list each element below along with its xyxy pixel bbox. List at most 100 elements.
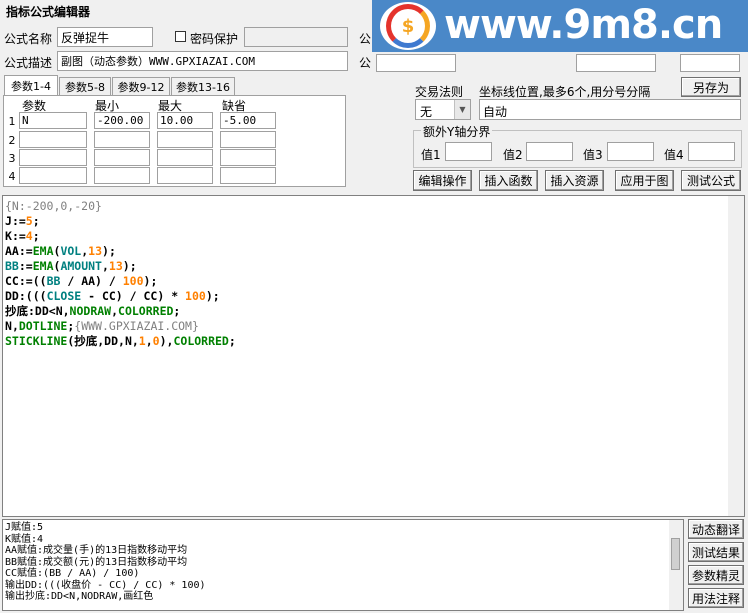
- dynamic-translate-button[interactable]: 动态翻译: [688, 519, 744, 539]
- trade-rule-label: 交易法则: [415, 85, 464, 99]
- tab-params-5-8[interactable]: 参数5-8: [59, 77, 111, 95]
- test-formula-button[interactable]: 测试公式: [681, 170, 741, 191]
- extra-y-v4-input[interactable]: [688, 142, 735, 161]
- extra-y-v1-label: 值1: [421, 148, 441, 162]
- usage-notes-button[interactable]: 用法注释: [688, 588, 744, 608]
- code-editor[interactable]: {N:-200,0,-20} J:=5; K:=4; AA:=EMA(VOL,13);…: [2, 195, 745, 517]
- param-name-input[interactable]: [19, 149, 87, 166]
- editor-scrollbar[interactable]: [728, 196, 744, 516]
- trade-rule-select[interactable]: 无 ▼: [415, 99, 471, 120]
- formula-name-input[interactable]: 反弹捉牛: [57, 27, 153, 47]
- code-token: :(((: [18, 289, 47, 303]
- param-min-input[interactable]: -200.00: [94, 112, 150, 129]
- code-token: - CC) / CC) *: [81, 289, 186, 303]
- code-content[interactable]: {N:-200,0,-20} J:=5; K:=4; AA:=EMA(VOL,13);…: [5, 199, 236, 349]
- code-line[interactable]: N,DOTLINE;{WWW.GPXIAZAI.COM}: [5, 319, 236, 334]
- code-token: ,DD,N,: [97, 334, 139, 348]
- code-token: 13: [88, 244, 103, 258]
- output-scrollbar[interactable]: [669, 520, 683, 610]
- tab-params-1-4[interactable]: 参数1-4: [4, 75, 58, 96]
- param-min-input[interactable]: [94, 131, 150, 148]
- axis-pos-label: 坐标线位置,最多6个,用分号分隔: [479, 85, 651, 99]
- param-max-input[interactable]: [157, 131, 213, 148]
- param-wizard-button[interactable]: 参数精灵: [688, 565, 744, 585]
- code-token: );: [102, 244, 116, 258]
- param-row-number: 3: [8, 152, 16, 165]
- code-token: COLORRED: [118, 304, 174, 318]
- param-row-number: 2: [8, 134, 16, 147]
- param-default-input[interactable]: [220, 167, 276, 184]
- chevron-down-icon[interactable]: ▼: [454, 100, 470, 119]
- param-max-input[interactable]: 10.00: [157, 112, 213, 129]
- code-token: );: [205, 289, 220, 303]
- insert-function-button[interactable]: 插入函数: [479, 170, 538, 191]
- code-token: VOL: [60, 244, 82, 258]
- code-token: DOTLINE: [18, 319, 68, 333]
- scrollbar-thumb[interactable]: [671, 538, 680, 570]
- param-name-input[interactable]: [19, 167, 87, 184]
- code-token: ,: [145, 334, 153, 348]
- code-token: EMA: [32, 244, 54, 258]
- hidden-field-left[interactable]: [376, 54, 456, 72]
- truncated-label-mid: 公: [359, 56, 372, 70]
- code-token: ),: [159, 334, 174, 348]
- param-row-number: 1: [8, 115, 16, 128]
- code-line[interactable]: DD:(((CLOSE - CC) / CC) * 100);: [5, 289, 236, 304]
- code-line[interactable]: CC:=((BB / AA) / 100);: [5, 274, 236, 289]
- code-line[interactable]: J:=5;: [5, 214, 236, 229]
- output-line: 输出DD:(((收盘价 - CC) / CC) * 100): [5, 579, 206, 591]
- code-line[interactable]: AA:=EMA(VOL,13);: [5, 244, 236, 259]
- code-token: ;: [173, 304, 181, 318]
- code-token: 0: [152, 334, 160, 348]
- extra-y-v2-input[interactable]: [526, 142, 573, 161]
- output-line: AA赋值:成交量(手)的13日指数移动平均: [5, 545, 188, 556]
- password-input[interactable]: [244, 27, 348, 47]
- hidden-field-right[interactable]: [576, 54, 656, 72]
- watermark-site: www.9m8.cn: [444, 2, 723, 48]
- code-line[interactable]: 抄底:DD<N,NODRAW,COLORRED;: [5, 304, 236, 319]
- save-as-button[interactable]: 另存为: [681, 77, 741, 97]
- param-default-input[interactable]: -5.00: [220, 112, 276, 129]
- param-name-input[interactable]: N: [19, 112, 87, 129]
- extra-y-v3-input[interactable]: [607, 142, 654, 161]
- code-line[interactable]: BB:=EMA(AMOUNT,13);: [5, 259, 236, 274]
- code-token: BB: [5, 259, 19, 273]
- axis-pos-input[interactable]: 自动: [479, 99, 741, 120]
- code-line[interactable]: STICKLINE(抄底,DD,N,1,0),COLORRED;: [5, 334, 236, 349]
- code-token: AMOUNT: [60, 259, 102, 273]
- apply-to-chart-button[interactable]: 应用于图: [615, 170, 674, 191]
- param-default-input[interactable]: [220, 131, 276, 148]
- param-min-input[interactable]: [94, 149, 150, 166]
- code-token: / AA) /: [60, 274, 123, 288]
- code-line[interactable]: {N:-200,0,-20}: [5, 199, 236, 214]
- code-token: STICKLINE: [5, 334, 68, 348]
- extra-y-v1-input[interactable]: [445, 142, 492, 161]
- edit-ops-button[interactable]: 编辑操作: [413, 170, 472, 191]
- tab-params-13-16[interactable]: 参数13-16: [171, 77, 235, 95]
- output-line: CC赋值:(BB / AA) / 100): [5, 568, 140, 579]
- param-min-input[interactable]: [94, 167, 150, 184]
- output-line: BB赋值:成交额(元)的13日指数移动平均: [5, 556, 188, 568]
- watermark-banner: $ www.9m8.cn: [372, 0, 748, 52]
- code-token: 抄底: [74, 334, 98, 348]
- param-default-input[interactable]: [220, 149, 276, 166]
- extra-y-v4-label: 值4: [664, 148, 684, 162]
- code-token: :=: [18, 244, 33, 258]
- hidden-field-far-right[interactable]: [680, 54, 740, 72]
- code-token: 4: [25, 229, 33, 243]
- param-max-input[interactable]: [157, 149, 213, 166]
- code-token: ,: [101, 259, 109, 273]
- test-result-button[interactable]: 测试结果: [688, 542, 744, 562]
- insert-resource-button[interactable]: 插入资源: [545, 170, 604, 191]
- tab-params-9-12[interactable]: 参数9-12: [112, 77, 170, 95]
- param-name-input[interactable]: [19, 131, 87, 148]
- password-checkbox[interactable]: [175, 31, 186, 42]
- code-line[interactable]: K:=4;: [5, 229, 236, 244]
- extra-y-v2-label: 值2: [503, 148, 523, 162]
- formula-desc-input[interactable]: 副图（动态参数）WWW.GPXIAZAI.COM: [57, 51, 348, 71]
- code-token: ;: [228, 334, 236, 348]
- code-token: CLOSE: [46, 289, 82, 303]
- code-token: );: [143, 274, 158, 288]
- param-max-input[interactable]: [157, 167, 213, 184]
- formula-desc-label: 公式描述: [4, 56, 53, 70]
